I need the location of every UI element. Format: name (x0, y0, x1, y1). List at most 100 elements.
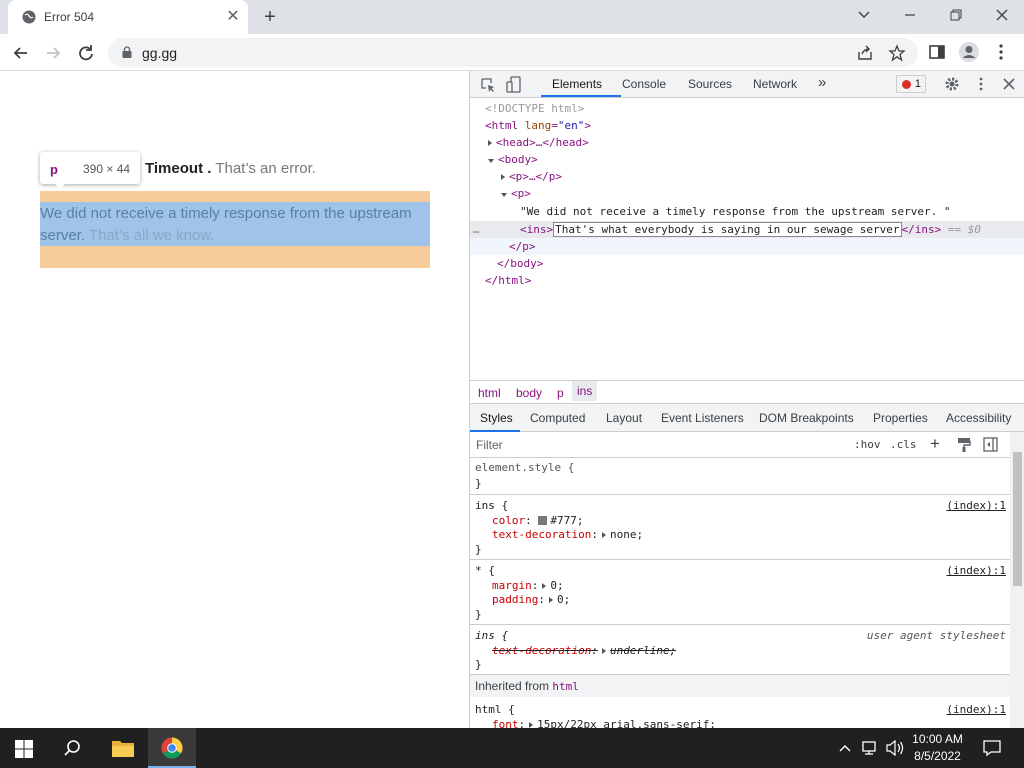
dom-head[interactable]: <head>…</head> (488, 134, 589, 151)
scrollbar-thumb[interactable] (1013, 452, 1022, 586)
node-actions-ellipsis[interactable]: … (473, 221, 480, 238)
crumb-ins[interactable]: ins (572, 381, 598, 401)
search-icon[interactable] (63, 739, 81, 757)
browser-tab[interactable]: Error 504 ✕ (8, 0, 248, 34)
error-paragraph: We did not receive a timely response fro… (40, 203, 420, 247)
forward-arrow-icon[interactable] (42, 42, 64, 64)
dom-p-open[interactable]: <p> (501, 185, 531, 202)
notifications-icon[interactable] (983, 739, 1001, 757)
tab-layout[interactable]: Layout (606, 411, 642, 425)
bookmark-star-icon[interactable] (888, 44, 906, 62)
lock-icon[interactable] (122, 46, 132, 58)
expand-triangle-icon[interactable] (501, 174, 505, 180)
rule-source-link[interactable]: (index):1 (946, 702, 1006, 717)
more-tabs-icon[interactable]: » (818, 74, 826, 91)
decl-margin[interactable]: margin: 0; (492, 578, 564, 593)
tab-computed[interactable]: Computed (530, 411, 585, 425)
dom-p-collapsed[interactable]: <p>…</p> (501, 168, 562, 185)
crumb-p[interactable]: p (557, 386, 564, 400)
inherited-tag-link[interactable]: html (552, 680, 579, 693)
tab-event-listeners[interactable]: Event Listeners (661, 411, 744, 425)
error-count: 1 (914, 78, 921, 90)
side-panel-icon[interactable] (928, 43, 946, 61)
dom-p-close[interactable]: </p> (509, 238, 536, 255)
crumb-html[interactable]: html (478, 386, 501, 400)
dom-html-open[interactable]: <html lang="en"> (485, 117, 591, 134)
address-bar[interactable]: gg.gg (108, 38, 918, 67)
dom-ins-node[interactable]: <ins> That's what everybody is saying in … (520, 221, 981, 238)
error-counter[interactable]: 1 (896, 75, 926, 93)
share-icon[interactable] (856, 44, 874, 62)
devtools-menu-icon[interactable] (976, 76, 986, 92)
expand-triangle-icon[interactable] (542, 583, 547, 589)
ins-edit-box[interactable]: That's what everybody is saying in our s… (553, 222, 902, 237)
rule-source-link[interactable]: (index):1 (946, 498, 1006, 513)
tab-elements[interactable]: Elements (552, 77, 602, 91)
styles-filter-input[interactable]: Filter (476, 438, 503, 452)
hov-toggle[interactable]: :hov (854, 438, 881, 451)
expand-triangle-icon[interactable] (548, 597, 553, 603)
error-heading-rest: That’s an error. (215, 160, 316, 177)
restore-icon[interactable] (945, 6, 967, 24)
tab-console[interactable]: Console (622, 77, 666, 91)
cls-toggle[interactable]: .cls (890, 438, 917, 451)
windows-start-icon[interactable] (15, 740, 33, 758)
paint-roller-icon[interactable] (957, 437, 971, 452)
dom-doctype[interactable]: <!DOCTYPE html> (485, 100, 584, 117)
close-devtools-icon[interactable] (1002, 77, 1016, 91)
close-tab-icon[interactable]: ✕ (224, 8, 242, 26)
breadcrumb: html body p ins (470, 380, 1024, 404)
toggle-sidebar-icon[interactable] (983, 437, 998, 452)
chevron-up-icon[interactable] (838, 742, 852, 754)
profile-avatar-icon[interactable] (958, 41, 980, 63)
expand-triangle-icon[interactable] (601, 532, 606, 538)
collapse-triangle-icon[interactable] (501, 193, 507, 197)
settings-gear-icon[interactable] (944, 76, 960, 92)
file-explorer-icon[interactable] (111, 738, 135, 758)
crumb-body[interactable]: body (516, 386, 542, 400)
styles-scrollbar[interactable] (1010, 432, 1024, 728)
decl-text-decoration[interactable]: text-decoration: none; (492, 527, 643, 542)
expand-triangle-icon[interactable] (488, 140, 492, 146)
kebab-menu-icon[interactable] (996, 43, 1006, 61)
dom-html-close[interactable]: </html> (485, 272, 531, 289)
rule-selector[interactable]: html { (475, 702, 515, 717)
rule-selector[interactable]: * { (475, 563, 495, 578)
decl-color[interactable]: color: #777; (492, 513, 584, 528)
chevron-down-icon[interactable] (853, 6, 875, 24)
clock-time[interactable]: 10:00 AM (900, 732, 975, 746)
rule-selector[interactable]: ins { (475, 498, 508, 513)
chrome-taskbar-item[interactable] (148, 728, 196, 768)
color-swatch-icon[interactable] (538, 516, 548, 525)
close-window-icon[interactable] (991, 6, 1013, 24)
tab-dom-breakpoints[interactable]: DOM Breakpoints (759, 411, 854, 425)
rule-close: } (475, 608, 482, 621)
decl-padding[interactable]: padding: 0; (492, 592, 570, 607)
clock-date[interactable]: 8/5/2022 (900, 749, 975, 763)
tab-accessibility[interactable]: Accessibility (946, 411, 1011, 425)
styles-filter-bar: Filter :hov .cls + (470, 432, 1010, 458)
back-arrow-icon[interactable] (10, 42, 32, 64)
url-text[interactable]: gg.gg (142, 45, 177, 61)
tab-sources[interactable]: Sources (688, 77, 732, 91)
browser-toolbar: gg.gg (0, 34, 1024, 71)
device-toolbar-icon[interactable] (506, 76, 522, 94)
dom-body-open[interactable]: <body> (488, 151, 538, 168)
reload-icon[interactable] (75, 42, 97, 64)
network-icon[interactable] (861, 739, 881, 757)
collapse-triangle-icon[interactable] (488, 159, 494, 163)
inspect-element-icon[interactable] (480, 77, 496, 93)
new-rule-plus-icon[interactable]: + (930, 434, 940, 454)
dom-html-attr-value: "en" (557, 119, 585, 132)
tab-properties[interactable]: Properties (873, 411, 928, 425)
tab-styles[interactable]: Styles (480, 411, 513, 425)
new-tab-button[interactable]: + (258, 6, 282, 28)
dom-body-close[interactable]: </body> (497, 255, 543, 272)
minimize-icon[interactable] (899, 6, 921, 24)
windows-taskbar: 10:00 AM 8/5/2022 (0, 728, 1024, 768)
decl-font[interactable]: font: 15px/22px arial,sans-serif; (492, 717, 716, 728)
rule-source-link[interactable]: (index):1 (946, 563, 1006, 578)
rule-selector[interactable]: element.style { (475, 460, 574, 475)
tab-network[interactable]: Network (753, 77, 797, 91)
dom-text-node[interactable]: "We did not receive a timely response fr… (520, 203, 950, 220)
